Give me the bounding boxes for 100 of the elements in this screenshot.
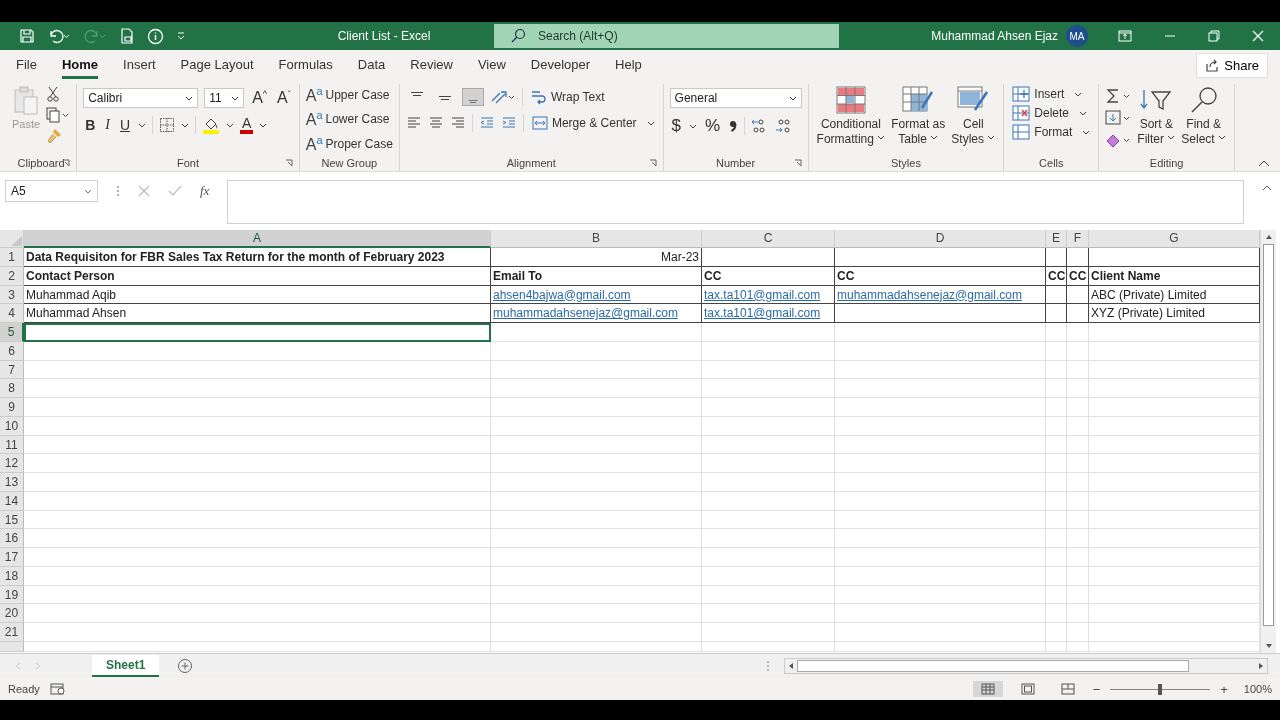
caret-icon[interactable] <box>259 122 268 128</box>
underline-button[interactable]: U <box>117 117 133 133</box>
active-cell[interactable] <box>24 323 491 342</box>
cancel-icon[interactable] <box>138 185 150 197</box>
style-button[interactable]: Cell Styles <box>949 84 998 155</box>
percent-button[interactable]: % <box>703 116 723 136</box>
row-header[interactable]: 12 <box>0 454 24 473</box>
row-header[interactable]: 21 <box>0 623 24 642</box>
row-header[interactable]: 16 <box>0 529 24 548</box>
dialog-launcher-icon[interactable] <box>284 159 293 167</box>
borders-icon[interactable] <box>159 117 176 133</box>
select-all-button[interactable] <box>0 230 24 248</box>
dialog-launcher-icon[interactable] <box>793 159 802 167</box>
cut-icon[interactable] <box>46 86 61 102</box>
ribbon-tab[interactable]: File <box>16 51 37 79</box>
table-cell[interactable] <box>702 248 835 267</box>
table-cell[interactable] <box>1067 304 1089 323</box>
editing-button[interactable]: Sort & Filter <box>1135 84 1178 155</box>
expand-formula-icon[interactable] <box>1262 185 1272 191</box>
zoom-level[interactable]: 100% <box>1243 683 1272 695</box>
currency-button[interactable]: $ <box>669 116 684 136</box>
cells-button[interactable]: Insert <box>1010 86 1093 102</box>
ribbon-tab[interactable]: Help <box>615 51 642 79</box>
cells-button[interactable]: Delete <box>1010 105 1093 121</box>
scroll-left-icon[interactable] <box>788 662 794 670</box>
table-cell[interactable] <box>1089 248 1260 267</box>
customize-caret-icon[interactable] <box>176 31 186 41</box>
caret-icon[interactable] <box>138 122 147 128</box>
column-heading[interactable]: Data Requisiton for FBR Sales Tax Return for the month of February 2023 <box>24 248 491 267</box>
search-field[interactable]: Search (Alt+Q) <box>494 24 839 48</box>
ribbon-tab[interactable]: Formulas <box>278 51 333 79</box>
undo-icon[interactable] <box>47 28 71 44</box>
enter-icon[interactable] <box>168 185 182 197</box>
column-header[interactable]: F <box>1067 230 1089 248</box>
ribbon-tab[interactable]: Home <box>61 51 99 79</box>
date-cell[interactable]: Mar-23 <box>491 248 702 267</box>
bold-button[interactable]: B <box>83 117 98 133</box>
font-size-dropdown[interactable]: 11 <box>204 88 245 108</box>
scroll-down-icon[interactable] <box>1264 643 1273 649</box>
font-color-button[interactable]: A <box>240 116 254 134</box>
dialog-launcher-icon[interactable] <box>648 159 657 167</box>
cells-button[interactable]: Format <box>1010 124 1093 140</box>
dialog-launcher-icon[interactable] <box>62 159 71 167</box>
column-header[interactable]: C <box>702 230 835 248</box>
insert-function-button[interactable]: fx <box>200 183 210 199</box>
column-header[interactable]: G <box>1089 230 1260 248</box>
row-header[interactable]: 5 <box>0 323 24 342</box>
ribbon-tab[interactable]: Data <box>357 51 386 79</box>
style-button[interactable]: Conditional Formatting <box>814 84 888 155</box>
change-case-button[interactable]: A$^{a}$ Upper Case <box>305 84 393 107</box>
ribbon-tab[interactable]: Page Layout <box>180 51 254 79</box>
zoom-slider[interactable] <box>1110 683 1211 695</box>
increase-indent-icon[interactable] <box>500 116 517 130</box>
column-header[interactable]: B <box>491 230 702 248</box>
formula-input[interactable] <box>227 180 1244 224</box>
slider-thumb[interactable] <box>1158 683 1163 695</box>
fill-color-icon[interactable] <box>202 116 221 134</box>
scroll-right-icon[interactable] <box>1258 662 1264 670</box>
wrap-text-button[interactable]: Wrap Text <box>528 89 607 105</box>
caret-icon[interactable] <box>181 122 190 128</box>
sheet-tab[interactable]: Sheet1 <box>92 655 160 677</box>
align-left-icon[interactable] <box>405 116 422 130</box>
change-case-button[interactable]: A$^{a}$ Proper Case <box>305 132 393 155</box>
caret-icon[interactable] <box>689 123 698 129</box>
column-header[interactable]: D <box>835 230 1046 248</box>
table-cell[interactable]: XYZ (Private) Limited <box>1089 304 1260 323</box>
email-link[interactable]: muhammadahsenejaz@gmail.com <box>491 304 702 323</box>
style-button[interactable]: Format as Table <box>889 84 948 155</box>
row-header[interactable] <box>0 641 24 652</box>
ribbon-tab[interactable]: View <box>477 51 506 79</box>
save-icon[interactable] <box>19 28 35 44</box>
italic-button[interactable]: I <box>103 117 112 133</box>
increase-font-button[interactable]: A^ <box>250 89 270 107</box>
share-button[interactable]: Share <box>1196 52 1268 78</box>
orientation-icon[interactable] <box>489 89 516 105</box>
vertical-scrollbar[interactable] <box>1260 230 1276 653</box>
ribbon-tab[interactable]: Insert <box>123 51 156 79</box>
add-sheet-icon[interactable] <box>177 658 194 674</box>
table-cell[interactable] <box>1046 304 1067 323</box>
ribbon-tab[interactable]: Review <box>410 51 453 79</box>
caret-icon[interactable] <box>226 122 235 128</box>
editing-button[interactable]: Find & Select <box>1179 84 1228 155</box>
vertical-align-button[interactable] <box>461 88 484 106</box>
row-header[interactable]: 13 <box>0 473 24 492</box>
copy-icon[interactable] <box>46 107 71 123</box>
zoom-out-button[interactable]: − <box>1092 681 1101 697</box>
restore-icon[interactable] <box>1208 30 1220 42</box>
font-name-dropdown[interactable]: Calibri <box>83 88 199 108</box>
ribbon-tab[interactable]: Developer <box>530 51 591 79</box>
change-case-button[interactable]: A$^{a}$ Lower Case <box>305 108 393 131</box>
email-link[interactable]: tax.ta101@gmail.com <box>702 304 835 323</box>
name-box[interactable]: A5 <box>5 180 98 202</box>
column-header[interactable]: A <box>24 230 491 248</box>
zoom-in-button[interactable]: + <box>1220 681 1228 697</box>
row-header[interactable]: 20 <box>0 604 24 623</box>
row-header[interactable]: 9 <box>0 398 24 417</box>
print-preview-icon[interactable] <box>119 28 135 44</box>
row-header[interactable]: 4 <box>0 304 24 323</box>
comma-style-icon[interactable] <box>728 118 739 134</box>
normal-view-button[interactable] <box>972 681 1003 697</box>
